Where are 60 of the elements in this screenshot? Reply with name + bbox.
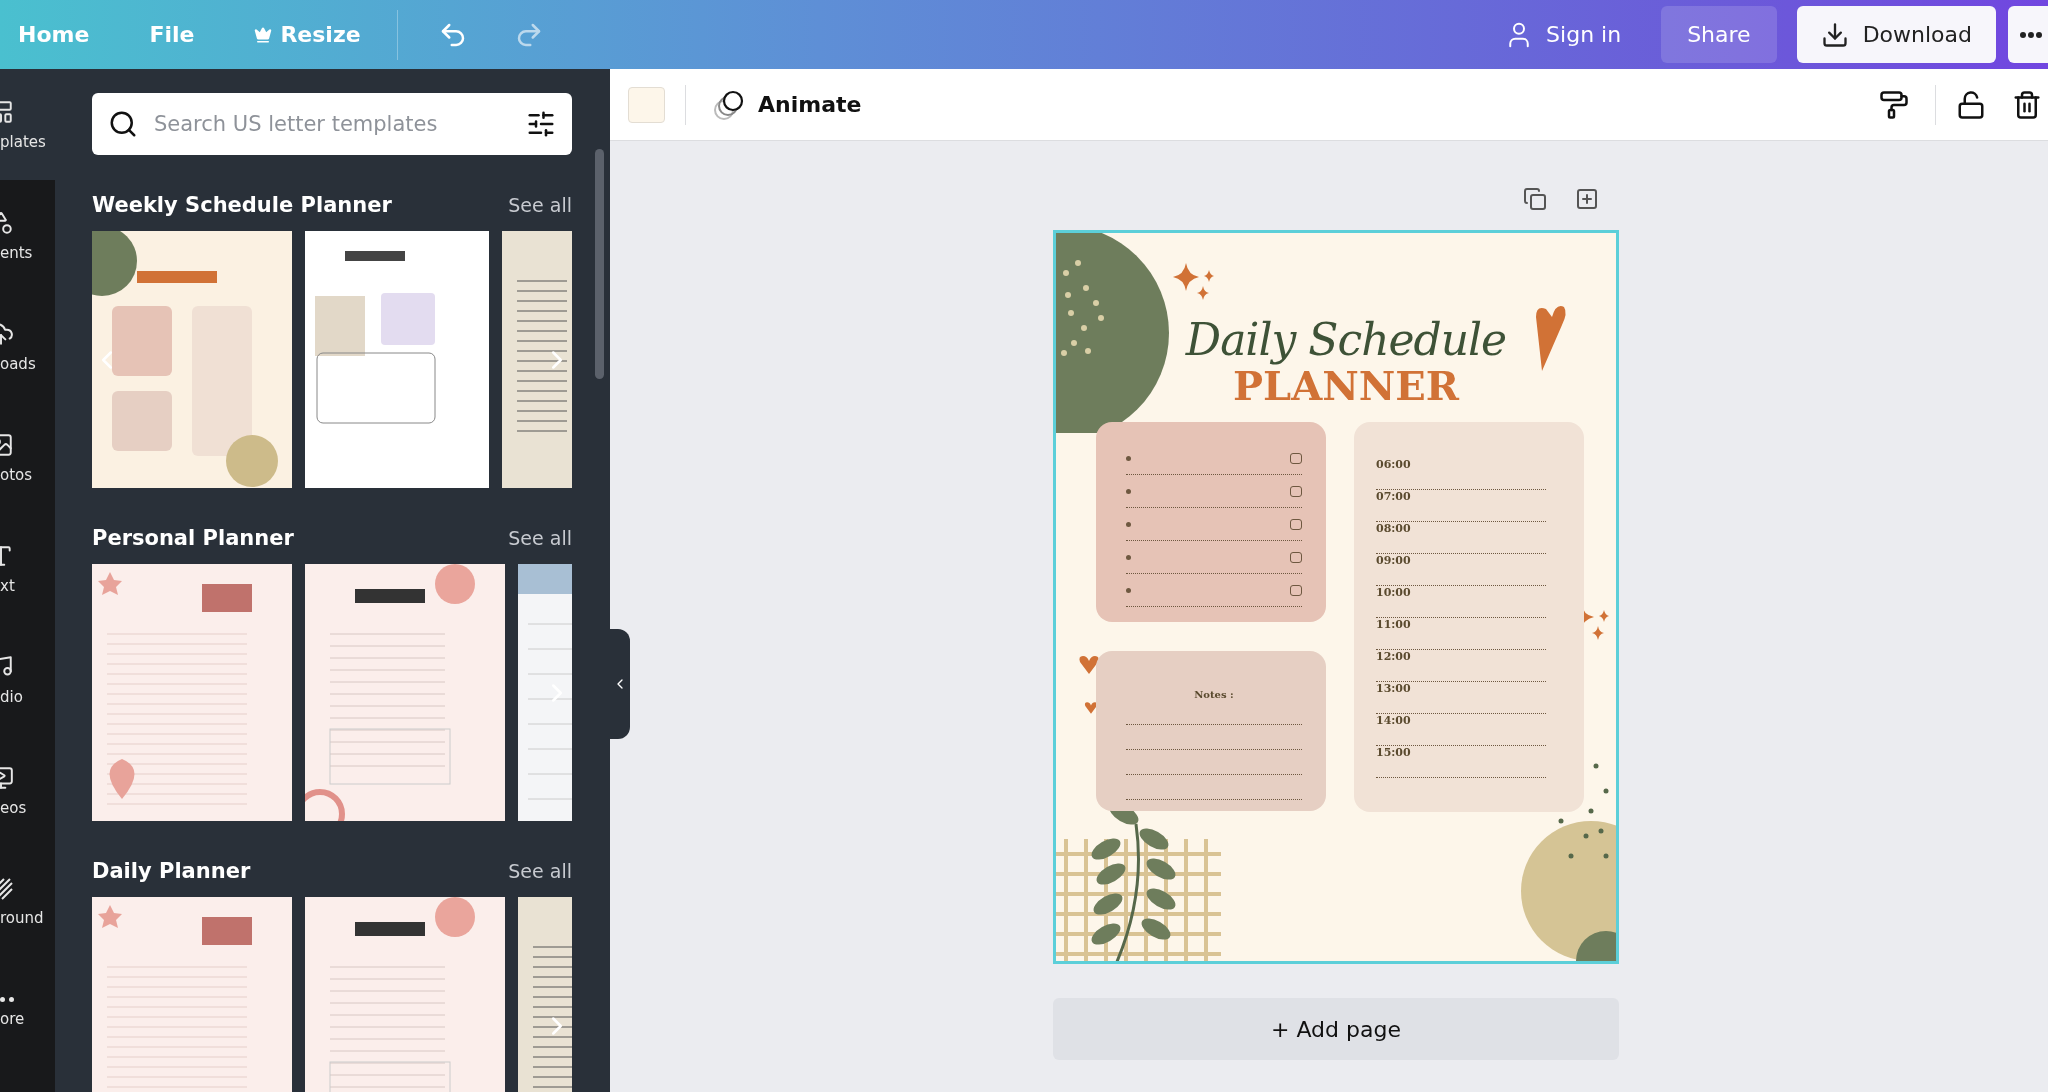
section-title: Daily Planner [92,859,251,883]
time-label: 11:00 [1376,618,1411,631]
section-title: Weekly Schedule Planner [92,193,392,217]
paint-roller-icon[interactable] [1879,89,1909,120]
bullet-icon [1126,587,1131,593]
template-thumbnail[interactable] [305,897,505,1092]
share-button[interactable]: Share [1661,6,1777,63]
add-icon[interactable] [1575,187,1599,211]
heart-drawing [1534,303,1568,373]
lock-icon[interactable] [1956,89,1986,120]
planner-title: PLANNER [1232,364,1460,408]
more-icon [2020,31,2042,38]
see-all-link[interactable]: See all [508,527,572,549]
time-label: 09:00 [1376,554,1411,567]
time-label: 13:00 [1376,682,1411,695]
dots-icon [0,997,14,1002]
document-page[interactable]: Daily Schedule PLANNER Notes : 06:00 07:00 08:00 09:00 10:00 11:00 12:00 13:00 14:00 15:00 [1053,230,1619,964]
bullet-icon [1126,521,1131,527]
search-icon [108,109,138,139]
checkbox[interactable] [1290,485,1302,497]
notes-label: Notes : [1193,689,1235,700]
time-label: 06:00 [1376,458,1411,471]
section-title: Personal Planner [92,526,294,550]
trash-icon[interactable] [2012,89,2042,120]
time-label: 14:00 [1376,714,1411,727]
download-button[interactable]: Download [1796,6,1996,63]
crown-icon [254,25,273,44]
template-thumbnail[interactable] [92,564,292,821]
time-label: 15:00 [1376,746,1411,759]
bullet-icon [1126,554,1131,560]
checkbox[interactable] [1290,452,1302,464]
checkbox[interactable] [1290,584,1302,596]
template-thumbnail[interactable] [92,897,292,1092]
time-label: 08:00 [1376,522,1411,535]
more-button[interactable] [2008,6,2048,63]
filter-icon[interactable] [526,109,556,139]
add-page-button[interactable]: + Add page [1053,998,1619,1060]
sign-in-button[interactable]: Sign in [1498,18,1628,51]
template-thumbnail[interactable] [92,231,292,488]
copy-icon[interactable] [1523,187,1547,211]
see-all-link[interactable]: See all [508,194,572,216]
checkbox[interactable] [1290,551,1302,563]
time-label: 12:00 [1376,650,1411,663]
time-label: 10:00 [1376,586,1411,599]
collapse-handle[interactable] [610,629,630,739]
template-thumbnail[interactable] [305,564,505,821]
search-field[interactable]: Search US letter templates [92,93,572,155]
time-label: 07:00 [1376,490,1411,503]
rail-item[interactable]: plates [0,69,55,180]
scrollbar[interactable] [595,149,604,379]
animate-button[interactable]: Animate [706,86,868,123]
bullet-icon [1126,455,1131,461]
heart-icon [1078,655,1100,675]
bullet-icon [1126,488,1131,494]
stripes-icon [0,876,14,901]
download-icon [1820,20,1849,49]
template-thumbnail[interactable] [305,231,489,488]
color-swatch[interactable] [628,86,665,123]
checkbox[interactable] [1290,518,1302,530]
see-all-link[interactable]: See all [508,860,572,882]
